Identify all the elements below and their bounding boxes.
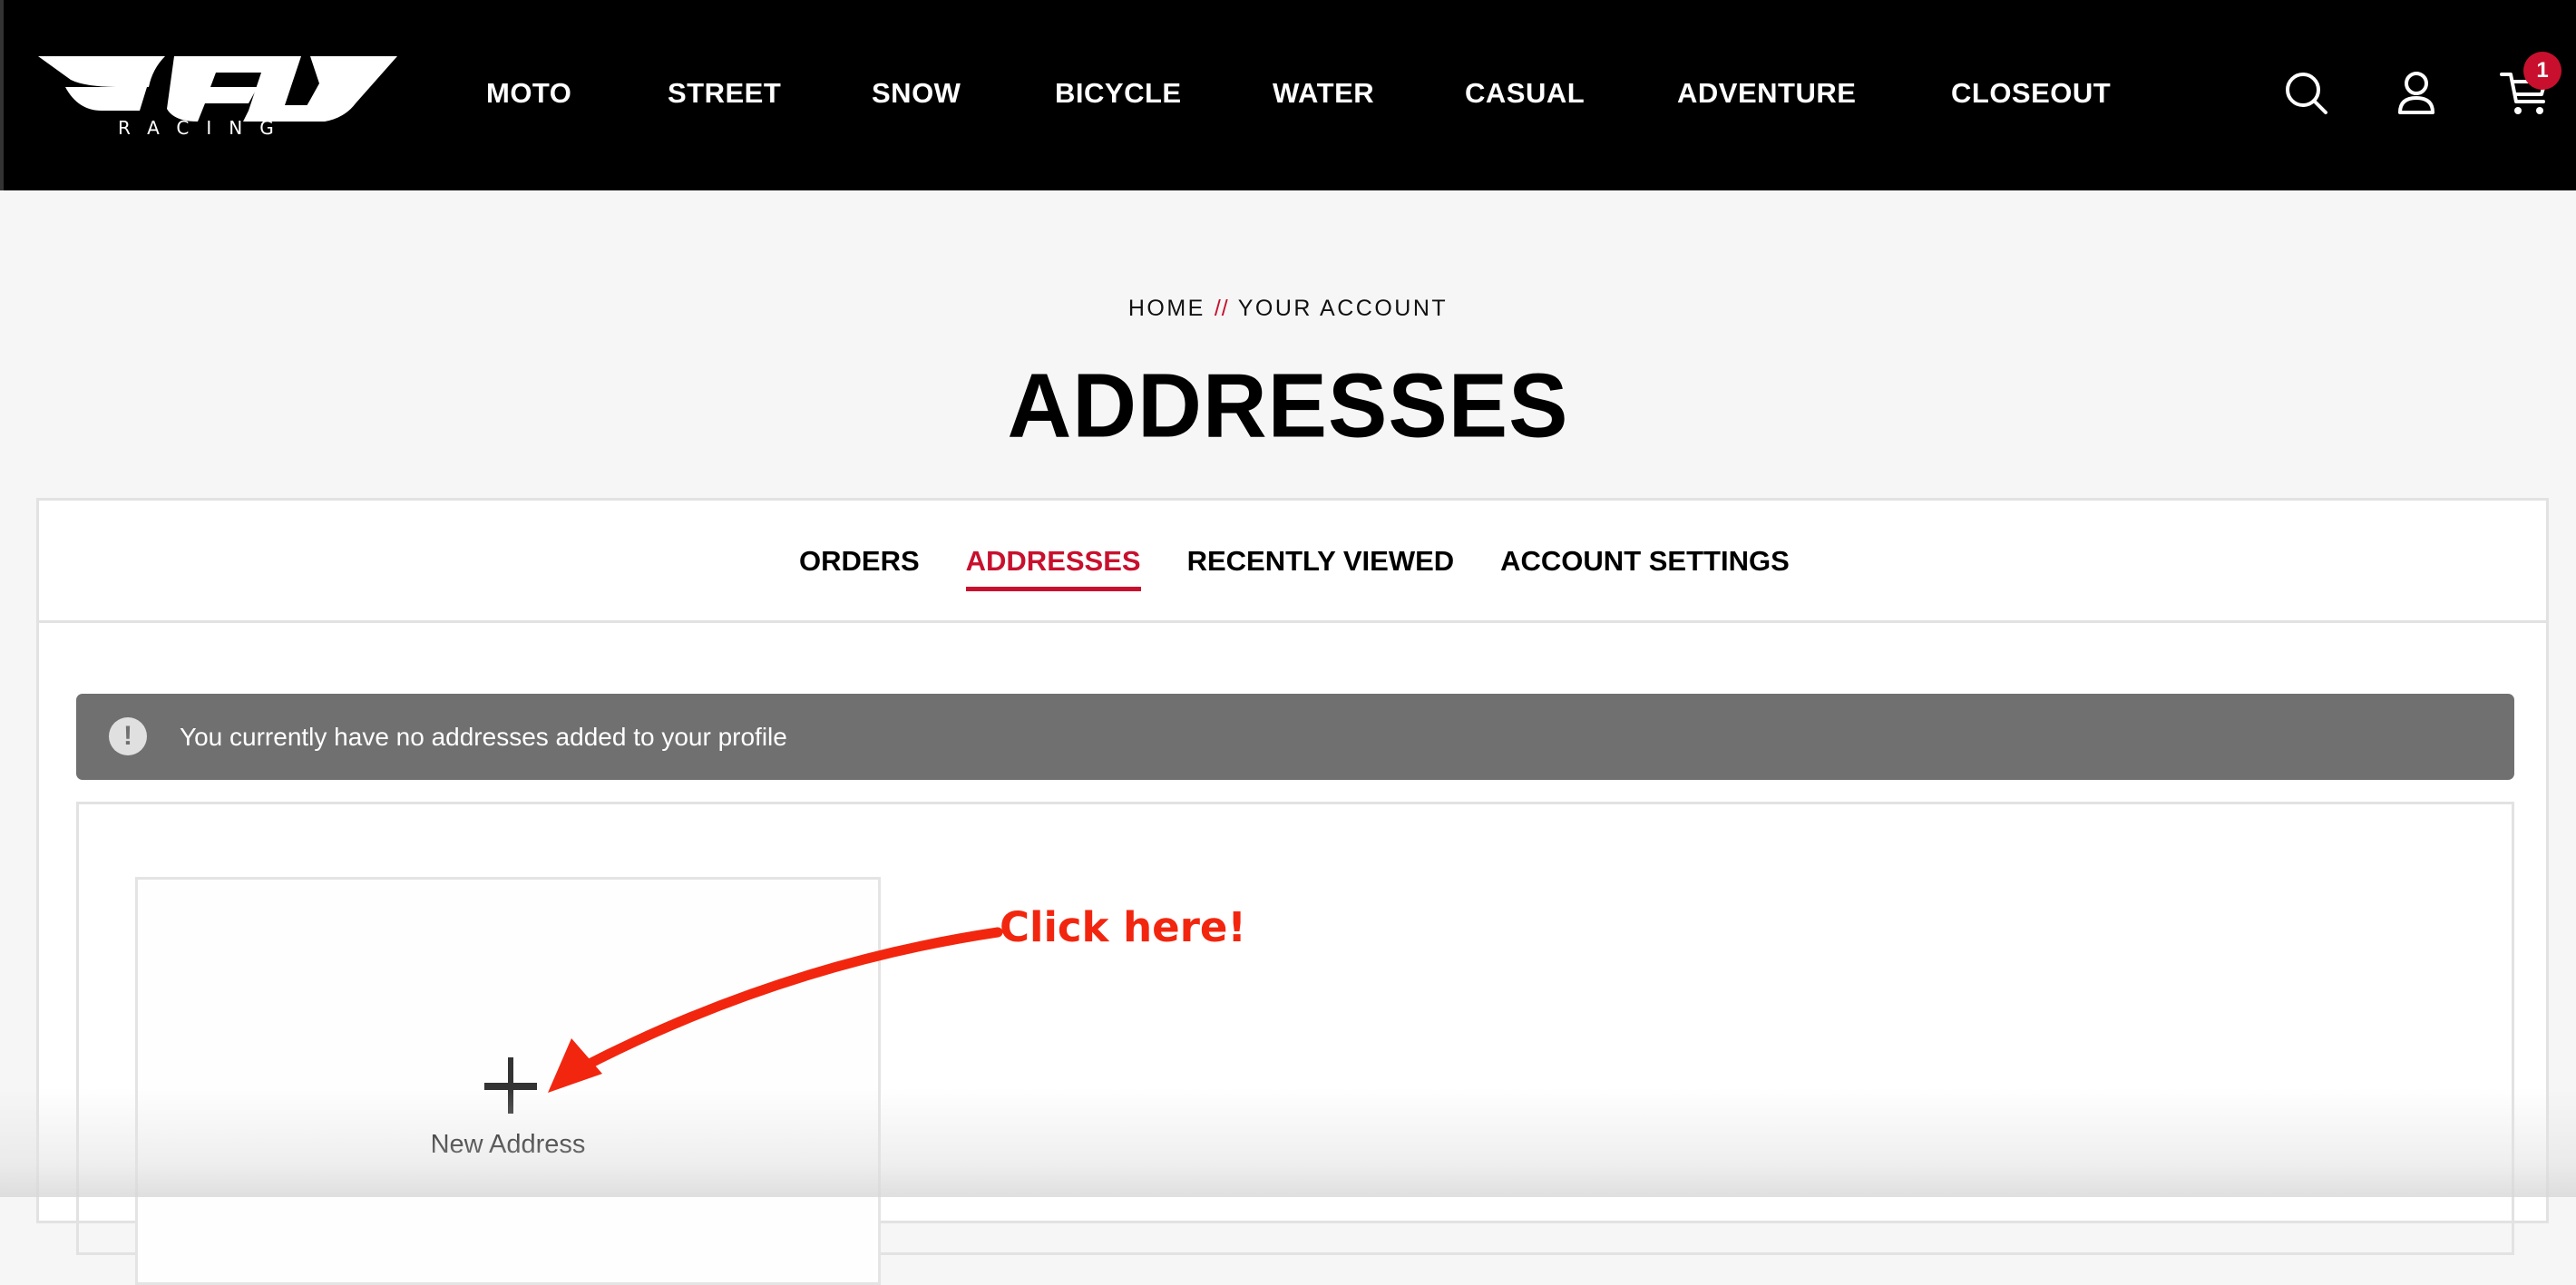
nav-snow[interactable]: SNOW [872,73,1055,114]
tab-account-settings[interactable]: ACCOUNT SETTINGS [1500,543,1790,591]
nav-closeout[interactable]: CLOSEOUT [1951,73,2111,114]
tab-addresses[interactable]: ADDRESSES [965,543,1141,591]
new-address-label: New Address [430,1130,586,1159]
new-address-button[interactable]: New Address [135,877,881,1285]
nav-street[interactable]: STREET [668,73,872,114]
account-icon[interactable] [2387,65,2445,123]
tab-recently-viewed[interactable]: RECENTLY VIEWED [1187,543,1455,591]
nav-bicycle[interactable]: BICYCLE [1055,73,1273,114]
annotation-click-here: Click here! [1000,903,1246,951]
page-title: ADDRESSES [1007,354,1569,457]
account-tabs-bar: ORDERS ADDRESSES RECENTLY VIEWED ACCOUNT… [39,501,2546,623]
logo-racing-text: RACING [118,117,291,136]
tab-orders[interactable]: ORDERS [799,543,920,591]
fly-racing-logo[interactable]: RACING [38,56,397,136]
notice-text: You currently have no addresses added to… [180,723,787,751]
no-addresses-notice: ! You currently have no addresses added … [76,694,2514,780]
breadcrumb-separator: // [1214,296,1229,321]
account-panel: ORDERS ADDRESSES RECENTLY VIEWED ACCOUNT… [36,498,2549,1285]
site-header: RACING MOTO STREET SNOW BICYCLE WATER CA… [0,0,2576,190]
nav-moto[interactable]: MOTO [486,73,668,114]
plus-icon [484,1057,537,1114]
account-tabs: ORDERS ADDRESSES RECENTLY VIEWED ACCOUNT… [799,543,1836,591]
search-icon[interactable] [2278,65,2337,123]
cart-count-badge: 1 [2523,52,2561,90]
breadcrumb-current[interactable]: YOUR ACCOUNT [1238,296,1448,321]
nav-water[interactable]: WATER [1273,73,1465,114]
address-list: New Address [76,802,2514,1285]
main-nav: MOTO STREET SNOW BICYCLE WATER CASUAL AD… [486,73,2111,114]
nav-casual[interactable]: CASUAL [1465,73,1677,114]
alert-icon: ! [109,717,147,755]
breadcrumb: HOME // YOUR ACCOUNT [0,296,2576,322]
breadcrumb-home[interactable]: HOME [1128,296,1205,321]
nav-adventure[interactable]: ADVENTURE [1677,73,1951,114]
